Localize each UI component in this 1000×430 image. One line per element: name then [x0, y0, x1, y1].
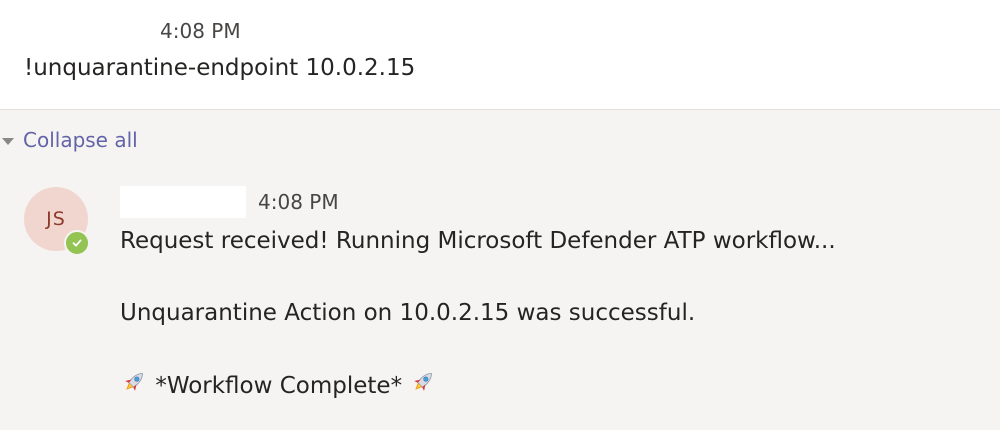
caret-down-icon: [2, 137, 14, 145]
presence-badge: [64, 230, 90, 256]
reply-timestamp: 4:08 PM: [258, 190, 339, 214]
reply-header: 4:08 PM: [120, 186, 339, 218]
reply-line-complete: *Workflow Complete*: [120, 368, 980, 402]
command-message-header: 4:08 PM: [24, 17, 241, 45]
command-message-timestamp: 4:08 PM: [160, 19, 241, 43]
rocket-icon: [409, 368, 437, 406]
reply-line-result: Unquarantine Action on 10.0.2.15 was suc…: [120, 300, 696, 326]
check-icon: [72, 239, 82, 247]
reply-message-body: Request received! Running Microsoft Defe…: [120, 224, 980, 402]
collapse-all-label: Collapse all: [23, 128, 138, 152]
redacted-sender-name: [24, 19, 160, 43]
rocket-icon: [120, 368, 148, 406]
collapse-all-button[interactable]: Collapse all: [2, 126, 138, 154]
reply-line-request: Request received! Running Microsoft Defe…: [120, 228, 836, 254]
command-message: 4:08 PM !unquarantine-endpoint 10.0.2.15: [0, 0, 1000, 110]
avatar-initials: JS: [46, 208, 66, 230]
command-message-text: !unquarantine-endpoint 10.0.2.15: [24, 55, 416, 81]
redacted-sender-name: [120, 186, 246, 218]
workflow-complete-text: *Workflow Complete*: [155, 373, 403, 399]
